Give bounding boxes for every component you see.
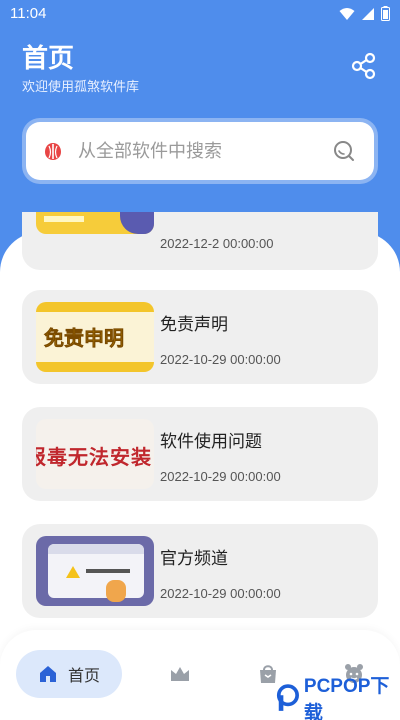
thumbnail-caption: 报毒无法安装 [36, 445, 152, 469]
list-item[interactable]: 免责申明 免责声明 2022-10-29 00:00:00 [22, 290, 378, 384]
search-bar[interactable] [26, 122, 374, 180]
article-title: 软件使用问题 [160, 432, 262, 452]
status-icons [339, 6, 390, 21]
list-item[interactable]: 报毒无法安装 软件使用问题 2022-10-29 00:00:00 [22, 407, 378, 501]
app-logo-icon [45, 143, 61, 160]
article-thumbnail: 报毒无法安装 [36, 419, 154, 489]
page-title: 首页 [22, 44, 75, 74]
status-time: 11:04 [10, 5, 47, 22]
article-title: 免责声明 [160, 315, 228, 335]
list-item[interactable]: 2022-12-2 00:00:00 [22, 212, 378, 270]
article-title: 官方频道 [160, 549, 228, 569]
watermark-text: PCPOP下载 [303, 676, 390, 720]
article-thumbnail [36, 212, 154, 234]
status-bar: 11:04 [0, 0, 400, 28]
article-thumbnail [36, 536, 154, 606]
search-icon[interactable] [332, 139, 356, 163]
pcpop-logo-icon [276, 684, 299, 711]
article-date: 2022-10-29 00:00:00 [160, 352, 281, 367]
search-input[interactable] [78, 140, 332, 162]
signal-icon [362, 7, 374, 20]
wifi-icon [339, 7, 355, 20]
article-date: 2022-12-2 00:00:00 [160, 236, 274, 251]
article-date: 2022-10-29 00:00:00 [160, 469, 281, 484]
share-icon[interactable] [350, 52, 378, 80]
nav-home-tab[interactable]: 首页 [16, 650, 122, 698]
home-icon [39, 666, 56, 682]
crown-icon[interactable] [168, 662, 192, 686]
page-subtitle: 欢迎使用孤煞软件库 [22, 80, 140, 95]
nav-home-label: 首页 [67, 666, 100, 685]
article-thumbnail: 免责申明 [36, 302, 154, 372]
thumbnail-caption: 免责申明 [44, 326, 125, 351]
article-date: 2022-10-29 00:00:00 [160, 586, 281, 601]
battery-icon [381, 6, 390, 21]
list-item[interactable]: 官方频道 2022-10-29 00:00:00 [22, 524, 378, 618]
watermark: PCPOP下载 [276, 676, 400, 720]
